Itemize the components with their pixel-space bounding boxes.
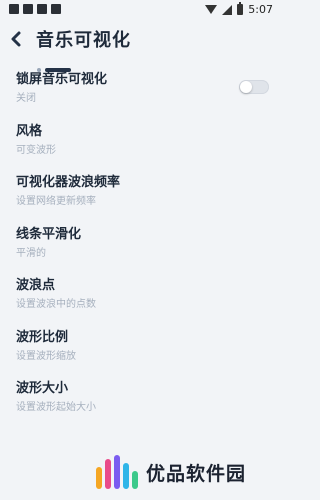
setting-lockscreen-visualizer[interactable]: 锁屏音乐可视化 关闭: [0, 62, 281, 114]
setting-title: 锁屏音乐可视化: [16, 72, 108, 87]
notification-icon: [9, 4, 19, 14]
status-icons: 5:07: [205, 2, 273, 16]
setting-wave-points[interactable]: 波浪点 设置波浪中的点数: [0, 268, 281, 320]
notification-icon: [23, 4, 33, 14]
battery-icon: [237, 2, 244, 15]
setting-wave-frequency[interactable]: 可视化器波浪频率 设置网络更新频率: [0, 165, 281, 217]
logo-bars-icon: [96, 455, 138, 489]
setting-subtitle: 设置波形起始大小: [16, 402, 96, 413]
setting-subtitle: 可变波形: [16, 144, 56, 156]
setting-subtitle: 关闭: [16, 93, 36, 104]
status-bar: 5:07: [0, 0, 281, 22]
setting-style[interactable]: 风格 可变波形: [0, 114, 281, 166]
setting-line-smoothing[interactable]: 线条平滑化 平滑的: [0, 217, 281, 269]
watermark-logo: 优品软件园: [96, 452, 276, 492]
toggle-knob: [240, 81, 252, 93]
setting-title: 可视化器波浪频率: [16, 175, 121, 190]
notification-icons: [9, 4, 61, 14]
notification-icon: [51, 4, 61, 14]
setting-subtitle: 设置波浪中的点数: [16, 299, 96, 310]
setting-subtitle: 设置波形缩放: [16, 350, 76, 362]
clock: 5:07: [248, 3, 273, 16]
setting-title: 波形比例: [16, 329, 69, 345]
setting-waveform-size[interactable]: 波形大小 设置波形起始大小: [0, 371, 281, 423]
setting-title: 线条平滑化: [16, 226, 82, 242]
setting-title: 风格: [16, 123, 43, 139]
wifi-icon: [205, 5, 218, 14]
notification-icon: [37, 4, 47, 14]
settings-list: 锁屏音乐可视化 关闭 风格 可变波形 可视化器波浪频率 设置网络更新频率 线条平…: [0, 62, 281, 423]
setting-waveform-scale[interactable]: 波形比例 设置波形缩放: [0, 320, 281, 372]
back-button[interactable]: [9, 30, 23, 48]
signal-icon: [222, 4, 233, 15]
watermark-text: 优品软件园: [146, 462, 247, 485]
setting-subtitle: 设置网络更新频率: [16, 196, 96, 207]
page-title: 音乐可视化: [36, 30, 131, 51]
setting-title: 波形大小: [16, 381, 69, 396]
setting-subtitle: 平滑的: [16, 247, 46, 259]
page-header: 音乐可视化: [0, 22, 281, 72]
lockscreen-visualizer-toggle[interactable]: [239, 80, 269, 94]
chevron-left-icon: [11, 31, 21, 47]
setting-title: 波浪点: [16, 278, 56, 293]
